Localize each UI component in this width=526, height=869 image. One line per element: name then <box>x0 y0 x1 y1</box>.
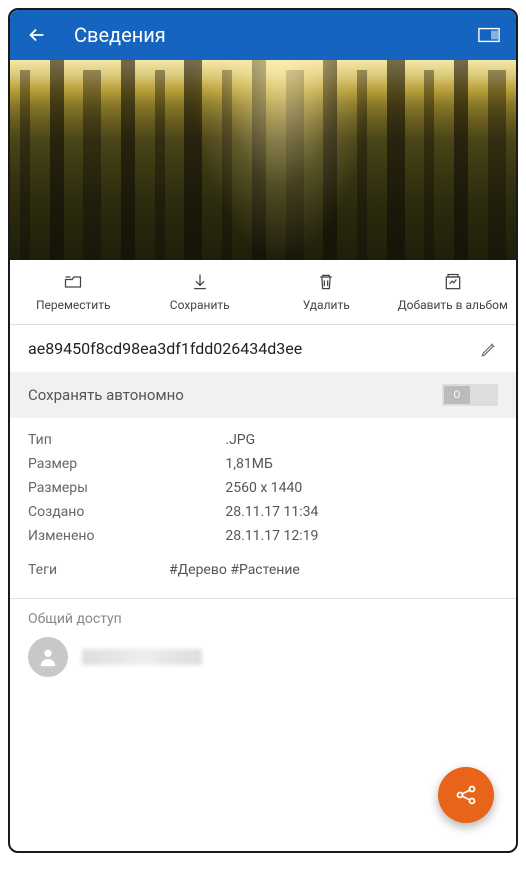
forest-decoration <box>10 60 516 260</box>
action-bar: Переместить Сохранить Удалить Добавить в… <box>10 260 516 325</box>
modified-value: 28.11.17 12:19 <box>225 528 318 544</box>
avatar <box>28 637 68 677</box>
app-header: Сведения <box>10 10 516 60</box>
pencil-icon[interactable] <box>480 340 498 358</box>
offline-row: Сохранять автономно O <box>10 372 516 418</box>
detail-row-created: Создано 28.11.17 11:34 <box>28 500 498 524</box>
tags-row: Теги #Дерево #Растение <box>28 548 498 582</box>
detail-row-size: Размер 1,81МБ <box>28 452 498 476</box>
share-user-row[interactable] <box>28 637 498 677</box>
offline-label: Сохранять автономно <box>28 386 184 404</box>
tags-value: #Дерево #Растение <box>169 562 300 578</box>
size-value: 1,81МБ <box>225 456 272 472</box>
size-key: Размер <box>28 456 225 472</box>
tags-key: Теги <box>28 562 169 578</box>
offline-toggle[interactable]: O <box>442 384 498 406</box>
image-preview[interactable] <box>10 60 516 260</box>
delete-label: Удалить <box>303 298 350 312</box>
person-icon <box>37 646 59 668</box>
detail-row-type: Тип .JPG <box>28 428 498 452</box>
add-album-button[interactable]: Добавить в альбом <box>390 268 517 316</box>
app-frame: Сведения Переместить Сохранить <box>8 8 518 853</box>
toggle-knob: O <box>444 386 470 404</box>
save-button[interactable]: Сохранить <box>137 268 264 316</box>
detail-row-dims: Размеры 2560 x 1440 <box>28 476 498 500</box>
filename-text: ae89450f8cd98ea3df1fdd026434d3ee <box>28 339 470 358</box>
detail-row-modified: Изменено 28.11.17 12:19 <box>28 524 498 548</box>
type-key: Тип <box>28 432 225 448</box>
dims-key: Размеры <box>28 480 225 496</box>
add-album-label: Добавить в альбом <box>398 298 508 312</box>
modified-key: Изменено <box>28 528 225 544</box>
download-icon <box>189 272 211 292</box>
delete-button[interactable]: Удалить <box>263 268 390 316</box>
created-key: Создано <box>28 504 225 520</box>
share-fab[interactable] <box>438 767 494 823</box>
type-value: .JPG <box>225 432 255 448</box>
save-label: Сохранить <box>170 298 230 312</box>
move-button[interactable]: Переместить <box>10 268 137 316</box>
fullscreen-icon[interactable] <box>478 27 500 43</box>
move-icon <box>62 272 84 292</box>
share-icon <box>454 783 478 807</box>
filename-row: ae89450f8cd98ea3df1fdd026434d3ee <box>10 325 516 372</box>
album-icon <box>442 272 464 292</box>
share-title: Общий доступ <box>28 611 498 627</box>
header-left: Сведения <box>26 23 166 47</box>
created-value: 28.11.17 11:34 <box>225 504 318 520</box>
user-name-blurred <box>82 649 202 665</box>
back-arrow-icon[interactable] <box>26 24 48 46</box>
move-label: Переместить <box>36 298 111 312</box>
page-title: Сведения <box>74 23 166 47</box>
trash-icon <box>315 272 337 292</box>
details-block: Тип .JPG Размер 1,81МБ Размеры 2560 x 14… <box>10 418 516 599</box>
dims-value: 2560 x 1440 <box>225 480 302 496</box>
share-block: Общий доступ <box>10 599 516 689</box>
